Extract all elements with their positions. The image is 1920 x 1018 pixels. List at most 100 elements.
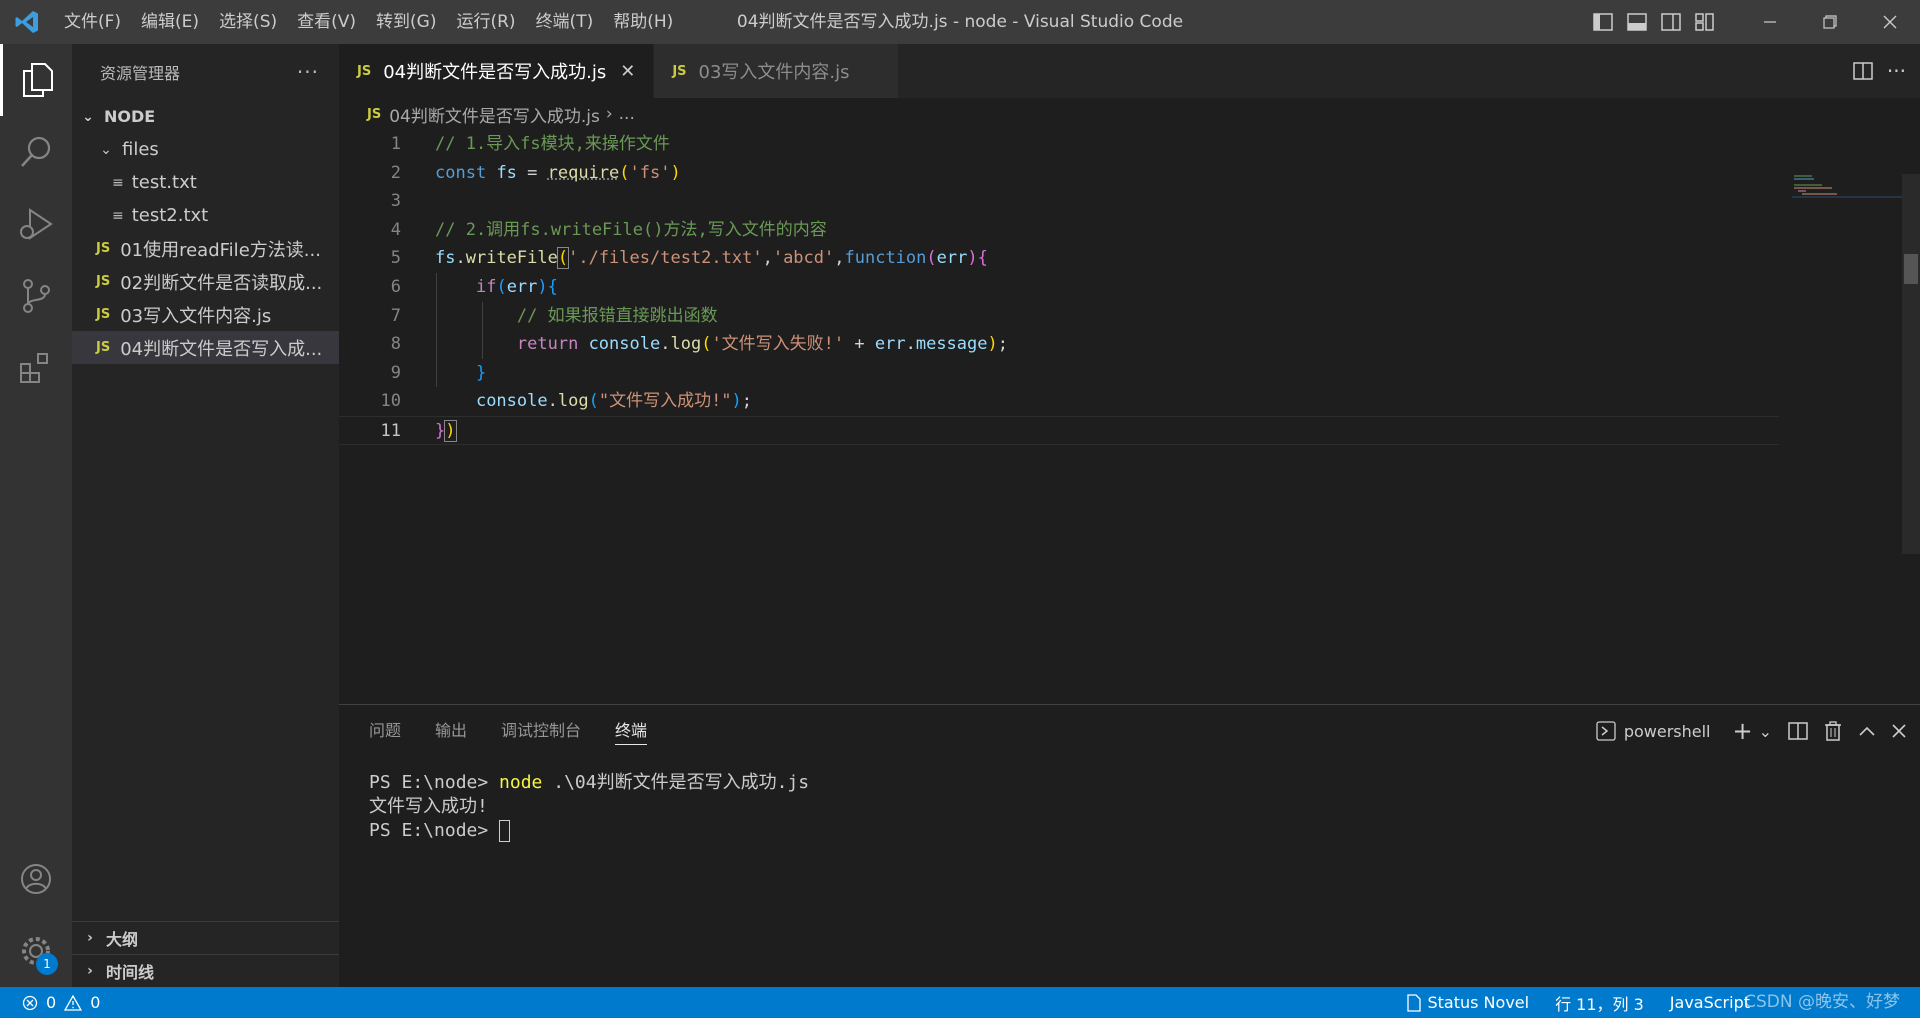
scrollbar-thumb[interactable]: [1904, 254, 1918, 284]
explorer-icon[interactable]: [0, 44, 72, 116]
code-line: 10 console.log("文件写入成功!");: [339, 387, 1839, 416]
menu-selection[interactable]: 选择(S): [209, 0, 287, 44]
breadcrumb-symbol[interactable]: ...: [619, 104, 635, 124]
chevron-right-icon: ›: [87, 930, 93, 946]
tab-terminal[interactable]: 终端: [615, 705, 648, 757]
terminal-shell-name[interactable]: powershell: [1624, 722, 1711, 741]
restore-button[interactable]: [1800, 0, 1860, 44]
breadcrumb-file[interactable]: 04判断文件是否写入成功.js: [389, 102, 600, 127]
activity-bar: 1: [0, 44, 72, 987]
panel-actions: powershell + ⌄: [1596, 705, 1906, 757]
menu-help[interactable]: 帮助(H): [603, 0, 683, 44]
timeline-section[interactable]: › 时间线: [72, 954, 339, 987]
string-token: './files/test2.txt': [568, 248, 763, 269]
file-test2-txt[interactable]: ≡ test2.txt: [72, 199, 339, 232]
folder-files[interactable]: ⌄ files: [72, 133, 339, 166]
cursor-position[interactable]: 行 11，列 3: [1555, 991, 1644, 1015]
line-number: 6: [390, 276, 401, 297]
search-icon[interactable]: [0, 116, 72, 188]
folder-label: files: [122, 139, 159, 160]
more-actions-icon[interactable]: ···: [1887, 59, 1906, 83]
status-novel-label: Status Novel: [1427, 993, 1530, 1012]
vertical-scrollbar[interactable]: [1902, 174, 1920, 554]
variable-token: fs: [435, 248, 456, 269]
code-editor[interactable]: 1 // 1.导入fs模块,来操作文件 2 const fs = require…: [339, 130, 1839, 445]
tab-output[interactable]: 输出: [435, 705, 467, 757]
close-icon[interactable]: ✕: [620, 61, 635, 82]
editor-area: JS 04判断文件是否写入成功.js ✕ JS 03写入文件内容.js ··· …: [339, 44, 1920, 704]
activity-bar-bottom: 1: [0, 843, 72, 987]
split-editor-icon[interactable]: [1853, 62, 1873, 80]
toggle-panel-icon[interactable]: [1622, 7, 1652, 37]
account-icon[interactable]: [0, 843, 72, 915]
code-line: 2 const fs = require('fs'): [339, 159, 1839, 188]
outline-section[interactable]: › 大纲: [72, 921, 339, 954]
file-01-js[interactable]: JS 01使用readFile方法读...: [72, 232, 339, 265]
close-panel-icon[interactable]: [1892, 724, 1906, 738]
chevron-down-icon[interactable]: ⌄: [1759, 722, 1772, 741]
trash-icon[interactable]: [1824, 721, 1842, 741]
workspace-root[interactable]: ⌄ NODE: [72, 100, 339, 133]
terminal-shell-icon: [1596, 721, 1616, 741]
extensions-icon[interactable]: [0, 332, 72, 404]
language-mode[interactable]: JavaScript: [1670, 993, 1750, 1012]
file-03-js[interactable]: JS 03写入文件内容.js: [72, 298, 339, 331]
toggle-secondary-sidebar-icon[interactable]: [1656, 7, 1686, 37]
menu-edit[interactable]: 编辑(E): [131, 0, 209, 44]
js-file-icon: JS: [96, 274, 111, 289]
code-line: 9 }: [339, 359, 1839, 388]
menu-go[interactable]: 转到(G): [366, 0, 446, 44]
string-token: 'fs': [629, 162, 671, 183]
file-icon: [1407, 993, 1422, 1012]
sidebar-bottom-sections: › 大纲 › 时间线: [72, 921, 339, 987]
minimap[interactable]: [1792, 174, 1902, 198]
terminal-line: PS E:\node>: [369, 819, 1890, 843]
terminal-cursor: [499, 820, 511, 842]
tab-04-js[interactable]: JS 04判断文件是否写入成功.js ✕: [339, 44, 655, 98]
close-window-button[interactable]: [1860, 0, 1920, 44]
tab-debug-console[interactable]: 调试控制台: [501, 705, 581, 757]
property-token: message: [915, 334, 988, 355]
file-label: 03写入文件内容.js: [120, 305, 272, 327]
run-debug-icon[interactable]: [0, 188, 72, 260]
split-terminal-icon[interactable]: [1788, 722, 1808, 740]
file-04-js[interactable]: JS 04判断文件是否写入成...: [72, 331, 339, 364]
editor-actions: ···: [1853, 44, 1906, 98]
new-terminal-icon[interactable]: +: [1732, 717, 1752, 745]
code-text: // 1.导入fs模块,来操作文件: [401, 130, 670, 159]
tab-problems[interactable]: 问题: [369, 705, 401, 757]
maximize-panel-icon[interactable]: [1858, 725, 1876, 737]
code-text: // 2.调用fs.writeFile()方法,写入文件的内容: [401, 216, 827, 245]
file-02-js[interactable]: JS 02判断文件是否读取成...: [72, 265, 339, 298]
more-actions-icon[interactable]: ···: [297, 60, 319, 84]
operator-token: +: [844, 334, 875, 355]
terminal-line: 文件写入成功!: [369, 795, 1890, 819]
indent-guide: [436, 273, 437, 387]
customize-layout-icon[interactable]: [1690, 7, 1720, 37]
status-left[interactable]: 0 0: [0, 993, 100, 1012]
breadcrumb-separator-icon: ›: [605, 104, 613, 124]
menu-terminal[interactable]: 终端(T): [526, 0, 604, 44]
explorer-sidebar: 资源管理器 ··· ⌄ NODE ⌄ files ≡ test.txt ≡ te…: [72, 44, 339, 987]
tab-03-js[interactable]: JS 03写入文件内容.js: [654, 44, 900, 98]
menu-file[interactable]: 文件(F): [54, 0, 131, 44]
manage-gear-icon[interactable]: 1: [0, 915, 72, 987]
explorer-header: 资源管理器 ···: [72, 44, 339, 100]
terminal-command-arg: .\04判断文件是否写入成功.js: [542, 772, 810, 793]
toggle-sidebar-icon[interactable]: [1588, 7, 1618, 37]
minimize-button[interactable]: [1740, 0, 1800, 44]
line-number: 7: [390, 305, 401, 326]
menu-run[interactable]: 运行(R): [446, 0, 525, 44]
indent-guide: [482, 302, 483, 359]
source-control-icon[interactable]: [0, 260, 72, 332]
status-novel-item[interactable]: Status Novel: [1407, 993, 1529, 1012]
title-bar: 文件(F) 编辑(E) 选择(S) 查看(V) 转到(G) 运行(R) 终端(T…: [0, 0, 1920, 44]
file-test-txt[interactable]: ≡ test.txt: [72, 166, 339, 199]
js-file-icon: JS: [672, 63, 687, 79]
status-bar: 0 0 Status Novel 行 11，列 3 JavaScript CSD…: [0, 987, 1920, 1018]
file-label: 04判断文件是否写入成...: [120, 338, 323, 360]
terminal-output[interactable]: PS E:\node> node .\04判断文件是否写入成功.js 文件写入成…: [339, 757, 1920, 857]
js-file-icon: JS: [357, 63, 372, 79]
js-file-icon: JS: [96, 241, 111, 256]
menu-view[interactable]: 查看(V): [287, 0, 366, 44]
